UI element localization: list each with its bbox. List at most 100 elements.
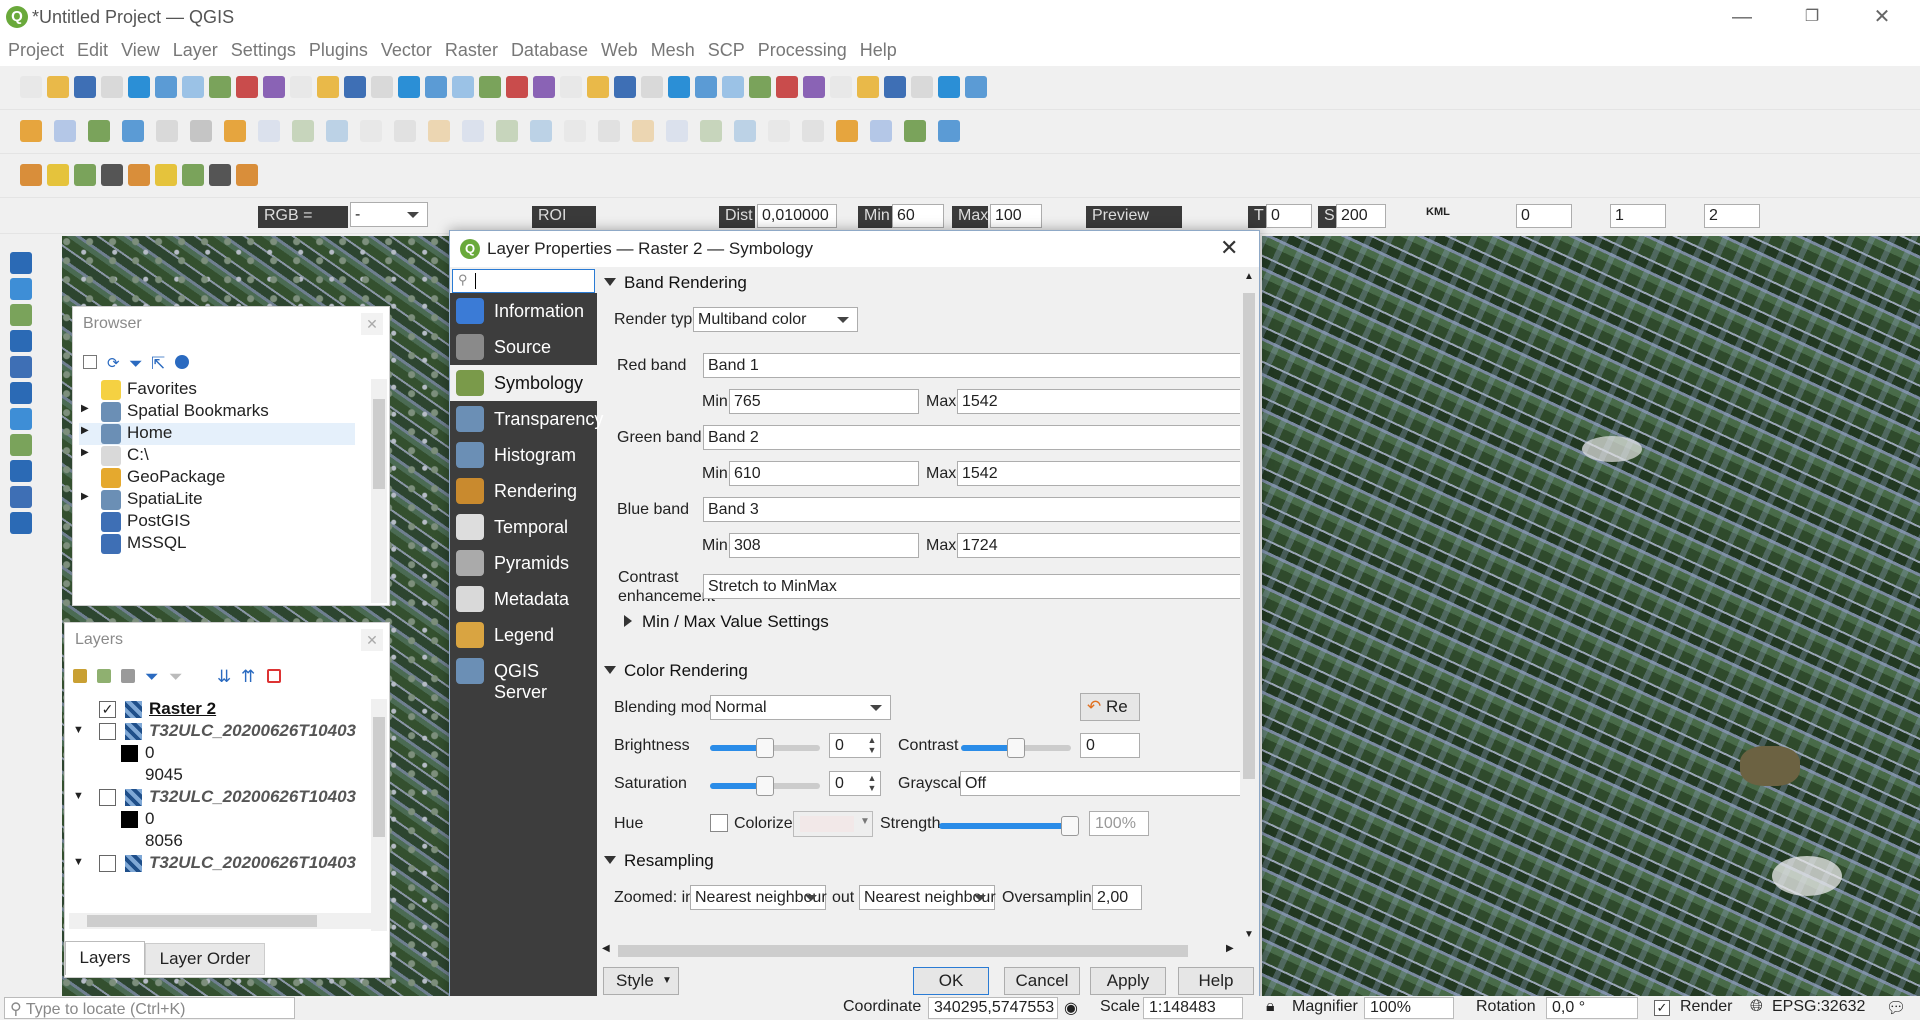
- toolbar-tool-icon[interactable]: [560, 76, 582, 98]
- vector-tool-icon[interactable]: [10, 434, 32, 456]
- refresh-icon[interactable]: ⟳: [107, 354, 120, 372]
- crs-label[interactable]: EPSG:32632: [1772, 998, 1865, 1016]
- toolbar-tool-icon[interactable]: [20, 164, 42, 186]
- expand-arrow[interactable]: ▶: [81, 491, 89, 502]
- remove-layer-icon[interactable]: [267, 669, 281, 683]
- map-canvas-right[interactable]: [1262, 236, 1920, 996]
- band-b-field[interactable]: 1: [1610, 204, 1666, 228]
- style-icon[interactable]: [73, 669, 87, 683]
- toolbar-tool-icon[interactable]: [938, 76, 960, 98]
- toolbar-tool-icon[interactable]: [700, 120, 722, 142]
- tab-layer-order[interactable]: Layer Order: [145, 943, 265, 975]
- toolbar-tool-icon[interactable]: [857, 76, 879, 98]
- toolbar-tool-icon[interactable]: [425, 76, 447, 98]
- close-icon[interactable]: ✕: [1862, 4, 1902, 30]
- layers-close-icon[interactable]: ✕: [361, 629, 383, 651]
- render-checkbox[interactable]: ✓: [1654, 1000, 1670, 1016]
- expression-filter-icon[interactable]: ⏷: [169, 667, 183, 687]
- green-min-field[interactable]: 610: [729, 461, 919, 486]
- browser-close-icon[interactable]: ✕: [361, 313, 383, 335]
- layers-hscrollbar[interactable]: [69, 913, 371, 929]
- locate-input[interactable]: ⚲ Type to locate (Ctrl+K): [4, 997, 295, 1019]
- toolbar-tool-icon[interactable]: [54, 120, 76, 142]
- toolbar-tool-icon[interactable]: [398, 76, 420, 98]
- toolbar-tool-icon[interactable]: [156, 120, 178, 142]
- collapse-arrow-icon[interactable]: ▼: [73, 724, 84, 736]
- toolbar-tool-icon[interactable]: [182, 76, 204, 98]
- expand-arrow[interactable]: ▶: [81, 403, 89, 414]
- toolbar-tool-icon[interactable]: [668, 76, 690, 98]
- nav-transparency[interactable]: Transparency: [450, 401, 603, 437]
- band-c-field[interactable]: 2: [1704, 204, 1760, 228]
- contrast-slider[interactable]: [961, 738, 1071, 758]
- rgb-select[interactable]: -: [350, 202, 428, 227]
- toolbar-tool-icon[interactable]: [74, 164, 96, 186]
- red-min-field[interactable]: 765: [729, 389, 919, 414]
- red-band-select[interactable]: Band 1: [703, 353, 1240, 378]
- layer-item[interactable]: 9045: [69, 765, 369, 787]
- menu-scp[interactable]: SCP: [708, 40, 745, 61]
- menu-processing[interactable]: Processing: [758, 40, 847, 61]
- reset-button[interactable]: ↶ Re: [1080, 693, 1140, 721]
- magnifier-field[interactable]: 100%: [1364, 997, 1454, 1019]
- browser-item[interactable]: MSSQL: [79, 533, 355, 555]
- layer-item[interactable]: ✓ Raster 2: [69, 699, 369, 721]
- collapse-icon[interactable]: ⇱: [151, 354, 165, 374]
- layer-visibility-checkbox[interactable]: ✓: [99, 701, 116, 718]
- green-band-select[interactable]: Band 2: [703, 425, 1240, 450]
- info-icon[interactable]: [175, 355, 189, 369]
- min-field[interactable]: 60: [892, 204, 944, 228]
- layer-visibility-checkbox[interactable]: [99, 855, 116, 872]
- t-field[interactable]: 0: [1266, 204, 1312, 228]
- ok-button[interactable]: OK: [913, 967, 989, 995]
- toolbar-tool-icon[interactable]: [776, 76, 798, 98]
- filter-legend-icon[interactable]: ⏷: [145, 667, 159, 687]
- toolbar-tool-icon[interactable]: [101, 164, 123, 186]
- menu-help[interactable]: Help: [860, 40, 897, 61]
- layer-item[interactable]: 0: [69, 809, 369, 831]
- toolbar-tool-icon[interactable]: [101, 76, 123, 98]
- blending-mode-select[interactable]: Normal: [710, 695, 891, 720]
- globe-icon[interactable]: 🌐︎: [1750, 998, 1763, 1016]
- browser-item[interactable]: ▶ SpatiaLite: [79, 489, 355, 511]
- contrast-spinbox[interactable]: 0: [1080, 733, 1140, 758]
- toolbar-tool-icon[interactable]: [88, 120, 110, 142]
- expand-arrow[interactable]: ▶: [81, 425, 89, 436]
- vector-tool-icon[interactable]: [10, 512, 32, 534]
- toolbar-tool-icon[interactable]: [428, 120, 450, 142]
- help-button[interactable]: Help: [1178, 967, 1254, 995]
- toolbar-tool-icon[interactable]: [258, 120, 280, 142]
- toolbar-tool-icon[interactable]: [564, 120, 586, 142]
- toolbar-tool-icon[interactable]: [236, 76, 258, 98]
- menu-plugins[interactable]: Plugins: [309, 40, 368, 61]
- lock-icon[interactable]: 🔒︎: [1266, 998, 1275, 1016]
- brightness-spinbox[interactable]: 0 ▲ ▼: [829, 733, 881, 758]
- vector-tool-icon[interactable]: [10, 278, 32, 300]
- nav-legend[interactable]: Legend: [450, 617, 597, 653]
- style-button[interactable]: Style ▼: [603, 967, 679, 995]
- vector-tool-icon[interactable]: [10, 252, 32, 274]
- toolbar-tool-icon[interactable]: [938, 120, 960, 142]
- toolbar-tool-icon[interactable]: [749, 76, 771, 98]
- saturation-slider[interactable]: [710, 776, 820, 796]
- dialog-search-input[interactable]: ⚲: [452, 269, 595, 293]
- vector-tool-icon[interactable]: [10, 382, 32, 404]
- content-hscroll-thumb[interactable]: [618, 945, 1188, 957]
- vector-tool-icon[interactable]: [10, 304, 32, 326]
- menu-mesh[interactable]: Mesh: [651, 40, 695, 61]
- scroll-up-icon[interactable]: ▲: [1244, 271, 1254, 282]
- toolbar-tool-icon[interactable]: [155, 76, 177, 98]
- nav-pyramids[interactable]: Pyramids: [450, 545, 597, 581]
- toolbar-tool-icon[interactable]: [209, 76, 231, 98]
- toolbar-tool-icon[interactable]: [155, 164, 177, 186]
- dist-field[interactable]: 0,010000: [757, 204, 837, 228]
- toolbar-tool-icon[interactable]: [290, 76, 312, 98]
- filter-icon[interactable]: ⏷: [129, 354, 143, 374]
- add-selected-icon[interactable]: [83, 355, 97, 369]
- toolbar-tool-icon[interactable]: [768, 120, 790, 142]
- expand-all-icon[interactable]: ⇊: [217, 667, 231, 687]
- layer-item[interactable]: 8056: [69, 831, 369, 853]
- color-rendering-header[interactable]: Color Rendering: [604, 661, 748, 681]
- toolbar-tool-icon[interactable]: [884, 76, 906, 98]
- layer-item[interactable]: ▼ T32ULC_20200626T10403: [69, 853, 369, 875]
